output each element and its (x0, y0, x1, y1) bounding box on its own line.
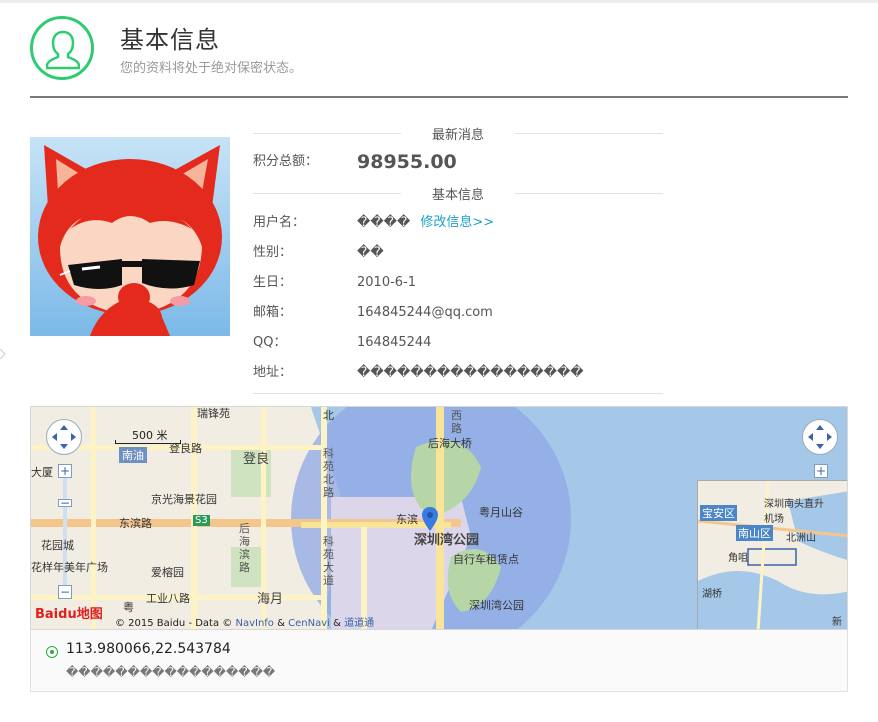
baidu-logo: Baidu地图 (35, 607, 103, 622)
section-latest-title: 最新消息 (431, 128, 484, 143)
email-label: 邮箱： (253, 305, 293, 320)
username-label: 用户名： (253, 215, 306, 230)
map-label: 深圳湾公园 (469, 599, 524, 612)
address-label: 地址： (253, 365, 293, 380)
overview-label: 湖桥 (702, 589, 722, 600)
location-marker-icon[interactable] (421, 506, 439, 536)
map-label: 登良路 (169, 442, 202, 455)
location-info: 113.980066,22.543784 ����������������� (30, 630, 848, 692)
user-icon (30, 16, 94, 80)
section-basic: 基本信息 (253, 182, 663, 206)
map-pan-control[interactable] (46, 419, 82, 455)
map-label: 北 (323, 409, 334, 422)
section-latest: 最新消息 (253, 122, 663, 146)
username-value: ���� (357, 215, 411, 230)
qq-label: QQ： (253, 335, 287, 350)
map-label: 花样年美年广场 (31, 561, 108, 574)
map-label: 东滨路 (119, 517, 152, 530)
map-label: 科苑大道 (323, 535, 334, 587)
divider (253, 393, 663, 394)
cennavi-link[interactable]: CenNavi (288, 618, 330, 629)
side-chevron-icon (0, 344, 6, 360)
map-label: 大厦 (31, 466, 53, 479)
location-coordinates: 113.980066,22.543784 (66, 641, 231, 657)
map-label: 工业八路 (146, 592, 190, 605)
qq-value: 164845244 (357, 335, 432, 350)
map-label: 自行车租赁点 (453, 553, 519, 566)
overview-zoom-in-button[interactable]: + (814, 464, 828, 478)
map-label: 西路 (451, 409, 462, 435)
map-label: 南油 (119, 447, 147, 463)
map-label: 粤 (123, 601, 134, 614)
map-label: S3 (193, 515, 210, 526)
map-label: 后海大桥 (428, 437, 472, 450)
map-label: 瑞锋苑 (197, 407, 230, 420)
overview-label: 新 (832, 617, 842, 628)
address-value: ����������������� (357, 365, 584, 380)
page-subtitle: 您的资料将处于绝对保密状态。 (120, 61, 303, 76)
navinfo-link[interactable]: NavInfo (235, 618, 273, 629)
daodaotong-link[interactable]: 道道通 (344, 618, 374, 629)
map-copyright: © 2015 Baidu - Data © NavInfo & CenNavi … (115, 618, 375, 629)
birthday-label: 生日： (253, 275, 293, 290)
section-basic-title: 基本信息 (431, 188, 484, 203)
map-overview[interactable]: 宝安区 南山区 深圳南头直升机场 北洲山 角咀 湖桥 新 (697, 480, 847, 629)
map-label: 爱榕园 (151, 566, 184, 579)
gender-value: �� (357, 245, 384, 260)
top-border (0, 0, 878, 3)
points-label: 积分总额： (253, 154, 319, 169)
overview-label: 南山区 (736, 525, 773, 541)
location-radio[interactable] (46, 646, 58, 658)
location-address: ����������������� (66, 665, 276, 679)
email-value: 164845244@qq.com (357, 305, 493, 320)
edit-profile-link[interactable]: 修改信息>> (420, 215, 494, 230)
gender-label: 性别： (253, 245, 293, 260)
page-title: 基本信息 (120, 26, 220, 54)
overview-label: 角咀 (728, 553, 748, 564)
map-label: 粤月山谷 (479, 506, 523, 519)
overview-label: 北洲山 (786, 533, 816, 544)
map-label: 花园城 (41, 539, 74, 552)
overview-label: 深圳南头直升机场 (764, 499, 824, 525)
map-label: 登良 (243, 452, 270, 467)
map-label: 后海滨路 (239, 522, 250, 574)
map-label: 京光海景花园 (151, 493, 217, 506)
page-header: 基本信息 您的资料将处于绝对保密状态。 (30, 16, 848, 98)
map-zoom-slider-handle[interactable]: − (58, 497, 72, 509)
points-value: 98955.00 (357, 151, 457, 173)
map-label: 海月 (257, 592, 284, 607)
overview-label: 宝安区 (700, 505, 737, 521)
birthday-value: 2010-6-1 (357, 275, 417, 290)
map-label: 东滨 (396, 513, 418, 526)
location-map[interactable]: + − − + − 500 米 瑞锋苑 后海大桥 南油 登良路 登良 京光海景花… (30, 406, 848, 630)
map-label: 科苑北路 (323, 447, 334, 499)
overview-pan-control[interactable] (802, 419, 838, 455)
map-zoom-out-button[interactable]: − (58, 585, 72, 599)
map-zoom-in-button[interactable]: + (58, 464, 72, 478)
profile-avatar (30, 137, 230, 336)
